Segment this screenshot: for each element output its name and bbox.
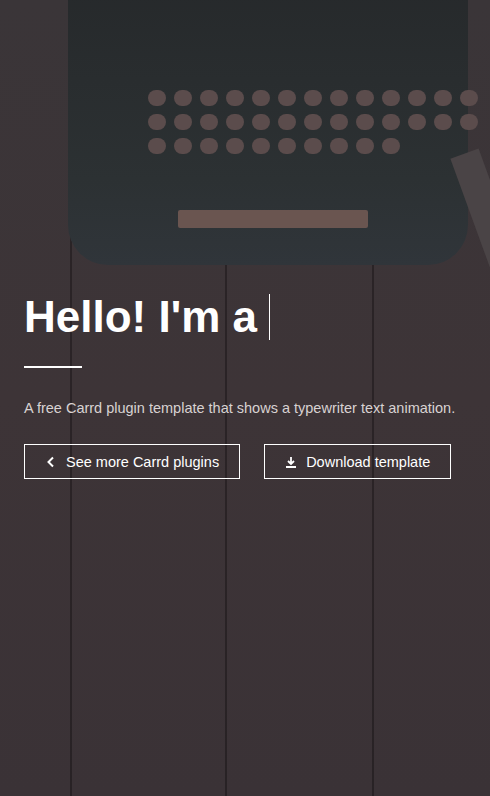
button-row: See more Carrd plugins Download template (24, 444, 451, 479)
back-button[interactable]: See more Carrd plugins (24, 444, 240, 479)
chevron-left-icon (45, 456, 57, 468)
description: A free Carrd plugin template that shows … (24, 394, 455, 422)
heading-row: Hello! I'm a (24, 290, 270, 344)
divider (24, 366, 82, 368)
button-label: See more Carrd plugins (66, 454, 219, 470)
button-label: Download template (306, 454, 430, 470)
heading: Hello! I'm a (24, 292, 257, 343)
typing-cursor (269, 294, 270, 340)
background-photo (0, 0, 490, 796)
download-icon (285, 456, 297, 468)
hero: Hello! I'm a A free Carrd plugin template… (0, 0, 490, 479)
download-button[interactable]: Download template (264, 444, 451, 479)
